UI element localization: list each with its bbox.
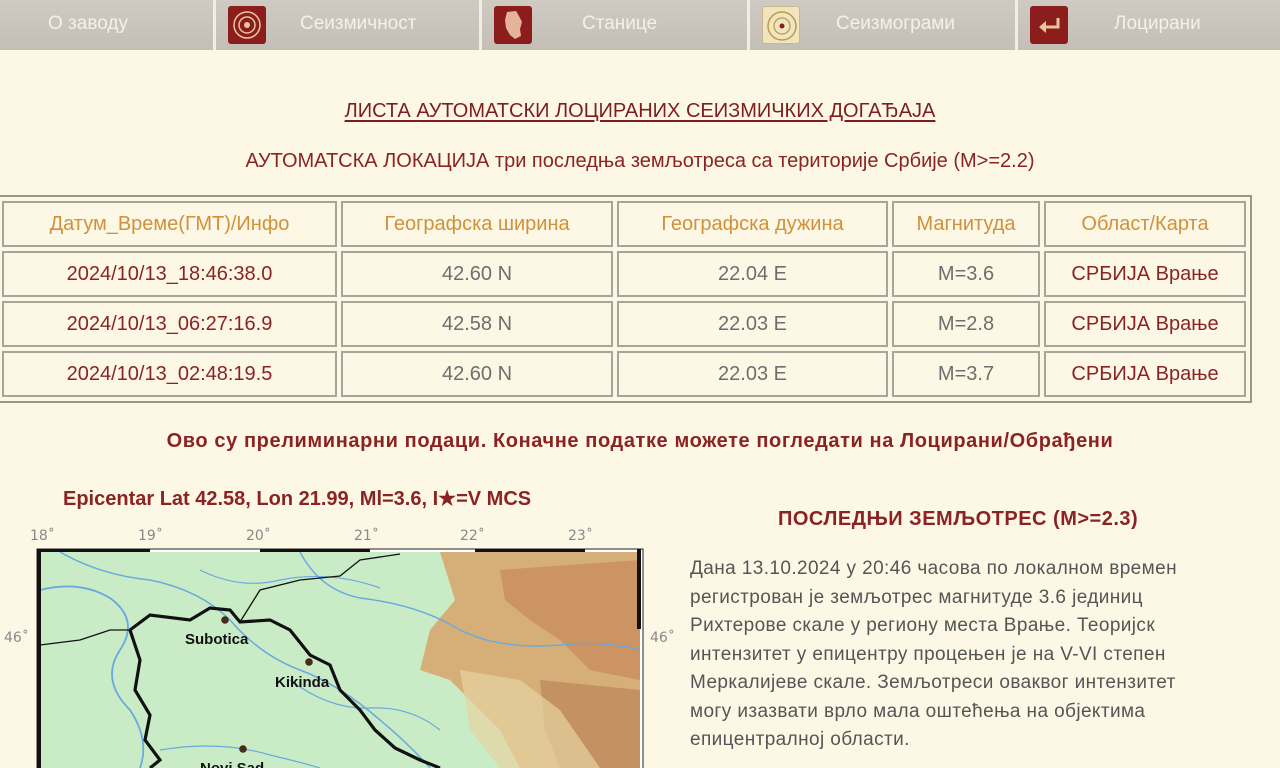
city-label: Kikinda (275, 674, 330, 691)
nav-item-about[interactable]: О заводу (0, 0, 216, 50)
epicenter-map[interactable]: Epicentar Lat 42.58, Lon 21.99, Ml=3.6, … (0, 480, 680, 768)
events-table: Датум_Време(ГМТ)/Инфо Географска ширина … (0, 195, 1252, 403)
nav-item-seismicity[interactable]: Сеизмичност (216, 0, 482, 50)
city-marker (221, 616, 229, 624)
lon-tick: 22˚ (460, 527, 485, 544)
event-magnitude: M=3.6 (892, 251, 1040, 297)
nav-item-stations[interactable]: Станице (482, 0, 750, 50)
frame-left-bar (37, 549, 41, 768)
last-quake-description: Дана 13.10.2024 у 20:46 часова по локалн… (690, 558, 1177, 750)
city-label: Novi Sad (200, 760, 264, 768)
city-label: Subotica (185, 631, 249, 648)
nav-item-seismograms[interactable]: Сеизмограми (750, 0, 1018, 50)
return-arrow-icon (1030, 6, 1068, 44)
event-longitude: 22.03 E (617, 301, 888, 347)
lon-tick: 23˚ (568, 527, 593, 544)
seismogram-icon (762, 6, 800, 44)
frame-scale-segment (475, 549, 585, 552)
event-latitude: 42.58 N (341, 301, 613, 347)
frame-right-bar (637, 549, 641, 629)
lon-ticks: 18˚ 19˚ 20˚ 21˚ 22˚ 23˚ (30, 527, 593, 544)
table-header-row: Датум_Време(ГМТ)/Инфо Географска ширина … (2, 201, 1246, 247)
lon-tick: 20˚ (246, 527, 271, 544)
column-header-longitude: Географска дужина (617, 201, 888, 247)
event-datetime-link[interactable]: 2024/10/13_18:46:38.0 (2, 251, 337, 297)
serbia-map-icon (494, 6, 532, 44)
preliminary-data-notice: Ово су прелиминарни подаци. Коначне пода… (166, 430, 1114, 452)
lon-tick: 21˚ (354, 527, 379, 544)
event-magnitude: M=3.7 (892, 351, 1040, 397)
lon-tick: 18˚ (30, 527, 55, 544)
map-graphic: Subotica Kikinda Novi Sad 18˚ 19˚ 20˚ 21… (4, 527, 675, 768)
lat-tick: 46˚ (650, 629, 675, 646)
event-latitude: 42.60 N (341, 351, 613, 397)
lat-tick: 46˚ (4, 629, 29, 646)
map-terrain: Subotica Kikinda Novi Sad (40, 552, 640, 768)
column-header-region: Област/Карта (1044, 201, 1246, 247)
event-longitude: 22.03 E (617, 351, 888, 397)
event-magnitude: M=2.8 (892, 301, 1040, 347)
last-quake-title: ПОСЛЕДЊИ ЗЕМЉОТРЕС (M>=2.3) (778, 508, 1139, 530)
page-title[interactable]: ЛИСТА АУТОМАТСКИ ЛОЦИРАНИХ СЕИЗМИЧКИХ ДО… (0, 100, 1280, 123)
event-latitude: 42.60 N (341, 251, 613, 297)
nav-item-label: Сеизмичност (300, 13, 417, 34)
lon-tick: 19˚ (138, 527, 163, 544)
table-row: 2024/10/13_18:46:38.0 42.60 N 22.04 E M=… (2, 251, 1246, 297)
nav-item-label: Станице (582, 13, 658, 34)
frame-scale-segment (40, 549, 150, 552)
nav-item-located[interactable]: Лоцирани (1018, 0, 1280, 50)
top-navigation: О заводу Сеизмичност Станице Сеизмограми… (0, 0, 1280, 50)
event-region-map-link[interactable]: СРБИЈА Врање (1044, 301, 1246, 347)
frame-scale-segment (260, 549, 370, 552)
nav-item-label: Лоцирани (1114, 13, 1201, 34)
nav-item-label: Сеизмограми (836, 13, 955, 34)
city-marker (305, 658, 313, 666)
event-region-map-link[interactable]: СРБИЈА Врање (1044, 351, 1246, 397)
city-marker (239, 745, 247, 753)
event-region-map-link[interactable]: СРБИЈА Врање (1044, 251, 1246, 297)
event-datetime-link[interactable]: 2024/10/13_06:27:16.9 (2, 301, 337, 347)
column-header-datetime: Датум_Време(ГМТ)/Инфо (2, 201, 337, 247)
table-row: 2024/10/13_06:27:16.9 42.58 N 22.03 E M=… (2, 301, 1246, 347)
event-longitude: 22.04 E (617, 251, 888, 297)
nav-item-label: О заводу (48, 13, 128, 34)
table-row: 2024/10/13_02:48:19.5 42.60 N 22.03 E M=… (2, 351, 1246, 397)
seismicity-icon (228, 6, 266, 44)
event-datetime-link[interactable]: 2024/10/13_02:48:19.5 (2, 351, 337, 397)
page-subtitle: АУТОМАТСКА ЛОКАЦИЈА три последња земљотр… (245, 150, 1035, 172)
column-header-magnitude: Магнитуда (892, 201, 1040, 247)
column-header-latitude: Географска ширина (341, 201, 613, 247)
